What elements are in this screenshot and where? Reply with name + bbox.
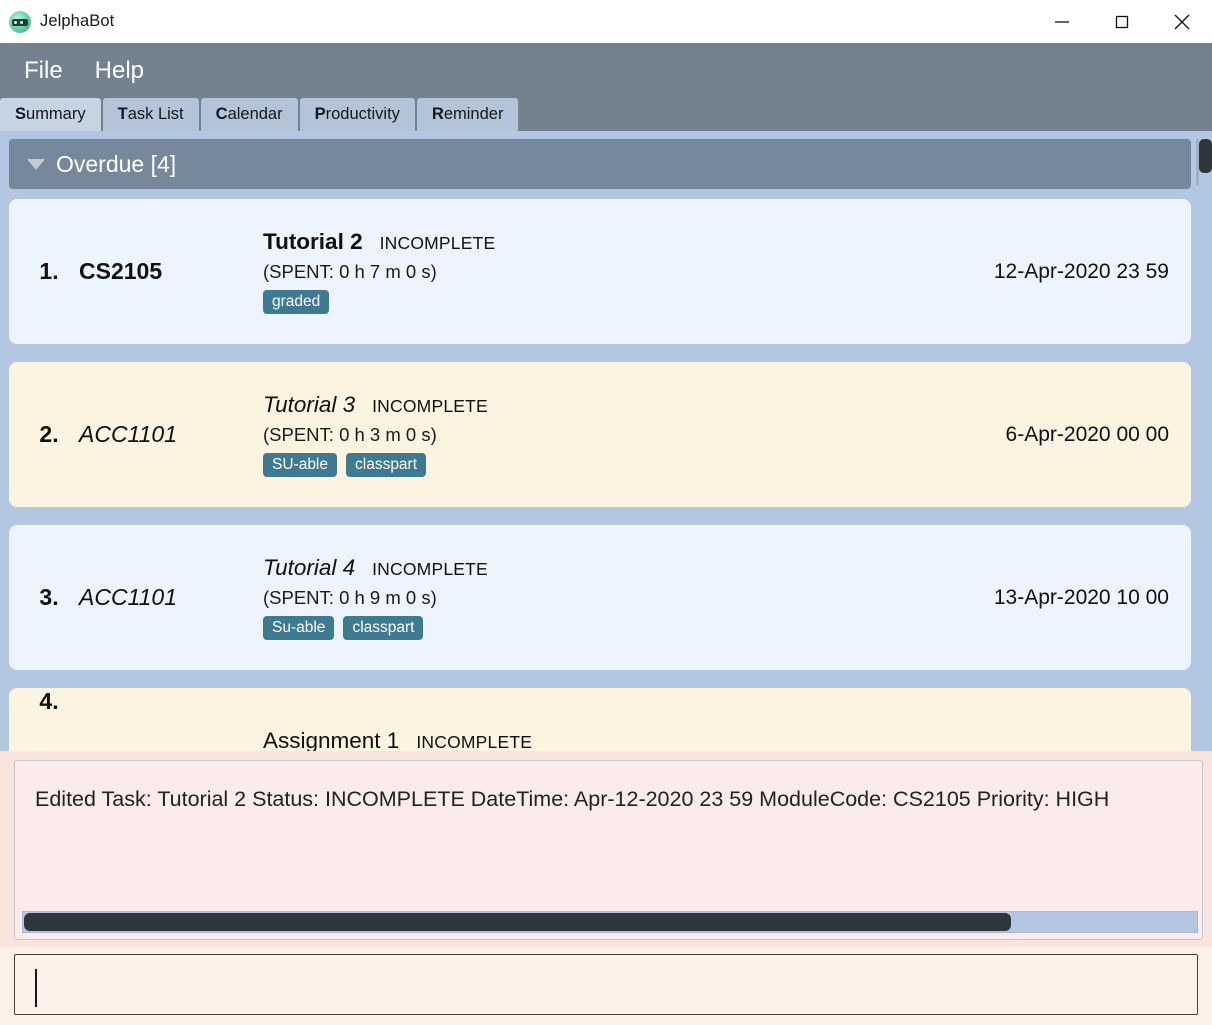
tab-calendar[interactable]: Calendar <box>200 98 298 131</box>
tab-mnemonic: C <box>215 105 228 123</box>
tab-reminder[interactable]: Reminder <box>416 98 519 131</box>
task-card[interactable]: 4. Assignment 1 INCOMPLETE <box>9 688 1191 751</box>
task-cards: 1. CS2105 Tutorial 2 INCOMPLETE (SPENT: 0 h … <box>9 199 1203 751</box>
task-title-line: Tutorial 2 INCOMPLETE <box>263 229 1191 255</box>
chevron-down-icon[interactable] <box>27 158 45 170</box>
tab-task-list[interactable]: Task List <box>102 98 199 131</box>
application-window: JelphaBot File Help Summary Task List Cale… <box>0 0 1212 1025</box>
command-box[interactable] <box>14 954 1198 1015</box>
task-status: INCOMPLETE <box>379 232 496 253</box>
task-tag: classpart <box>346 452 427 478</box>
tab-productivity[interactable]: Productivity <box>299 98 415 131</box>
task-title-line: Assignment 1 INCOMPLETE <box>263 728 1191 751</box>
task-card[interactable]: 2. ACC1101 Tutorial 3 INCOMPLETE (SPENT: 0 h… <box>9 362 1191 507</box>
task-name: Tutorial 4 <box>263 554 356 580</box>
result-horizontal-scrollbar[interactable] <box>22 911 1198 933</box>
task-due-date: 6-Apr-2020 00 00 <box>1005 422 1169 446</box>
task-list-scrollbar[interactable] <box>1196 139 1212 751</box>
tab-mnemonic: R <box>431 105 444 123</box>
task-due-date: 13-Apr-2020 10 00 <box>993 585 1169 609</box>
task-title-line: Tutorial 4 INCOMPLETE <box>263 555 1191 581</box>
task-card[interactable]: 3. ACC1101 Tutorial 4 INCOMPLETE (SPENT: 0 h… <box>9 525 1191 670</box>
task-name: Assignment 1 <box>263 728 400 751</box>
window-title: JelphaBot <box>40 12 115 30</box>
title-bar: JelphaBot <box>0 0 1212 43</box>
menu-bar: File Help <box>0 43 1212 98</box>
task-tags: graded <box>263 289 1191 315</box>
section-header-overdue[interactable]: Overdue [4] <box>9 139 1191 189</box>
task-index: 2. <box>39 421 59 447</box>
task-status: INCOMPLETE <box>416 732 533 751</box>
task-tag: graded <box>263 289 330 315</box>
scrollbar-thumb-horizontal[interactable] <box>24 913 1011 931</box>
close-icon[interactable] <box>1152 0 1212 43</box>
result-message: Edited Task: Tutorial 2 Status: INCOMPLE… <box>35 787 1110 811</box>
task-tag: Su-able <box>263 615 335 641</box>
tab-summary[interactable]: Summary <box>0 98 101 131</box>
task-module-code: ACC1101 <box>79 584 178 610</box>
robot-icon <box>9 10 31 33</box>
task-module-code: ACC1101 <box>79 421 178 447</box>
result-display-box: Edited Task: Tutorial 2 Status: INCOMPLE… <box>14 760 1203 940</box>
task-name: Tutorial 2 <box>263 228 363 254</box>
task-details: Assignment 1 INCOMPLETE <box>259 688 1191 751</box>
tab-mnemonic: P <box>314 105 326 123</box>
tab-label: roductivity <box>325 105 400 123</box>
tab-label: ask List <box>127 105 184 123</box>
menu-item-file[interactable]: File <box>24 58 63 83</box>
task-tag: classpart <box>343 615 424 641</box>
task-status: INCOMPLETE <box>372 395 488 416</box>
task-list-panel: Overdue [4] 1. CS2105 Tutorial 2 INCOMPLETE… <box>0 131 1212 751</box>
task-index: 4. <box>39 688 59 714</box>
command-input[interactable] <box>33 972 1151 997</box>
window-controls <box>1032 0 1212 43</box>
tab-bar: Summary Task List Calendar Productivity Remi… <box>0 98 1212 131</box>
menu-item-help[interactable]: Help <box>95 58 144 83</box>
section-title: Overdue [4] <box>56 150 177 177</box>
task-card[interactable]: 1. CS2105 Tutorial 2 INCOMPLETE (SPENT: 0 h … <box>9 199 1191 344</box>
tab-label: eminder <box>443 105 504 123</box>
task-index: 3. <box>39 584 59 610</box>
task-name: Tutorial 3 <box>263 391 356 417</box>
text-cursor <box>35 969 37 1007</box>
task-module-code: CS2105 <box>79 258 163 284</box>
task-tags: Su-able classpart <box>263 615 1191 641</box>
tab-mnemonic: S <box>15 105 27 123</box>
task-tag: SU-able <box>263 452 337 478</box>
result-display-panel: Edited Task: Tutorial 2 Status: INCOMPLE… <box>0 751 1212 947</box>
scrollbar-thumb-vertical[interactable] <box>1199 139 1212 173</box>
task-tags: SU-able classpart <box>263 452 1191 478</box>
task-due-date: 12-Apr-2020 23 59 <box>993 259 1169 283</box>
tab-label: ummary <box>26 105 86 123</box>
task-index: 1. <box>39 258 59 284</box>
tab-mnemonic: T <box>117 105 128 123</box>
task-title-line: Tutorial 3 INCOMPLETE <box>263 392 1191 418</box>
minimize-icon[interactable] <box>1032 0 1092 43</box>
command-box-panel <box>0 947 1212 1025</box>
tab-label: alendar <box>227 105 283 123</box>
task-status: INCOMPLETE <box>372 558 488 579</box>
maximize-icon[interactable] <box>1092 0 1152 43</box>
